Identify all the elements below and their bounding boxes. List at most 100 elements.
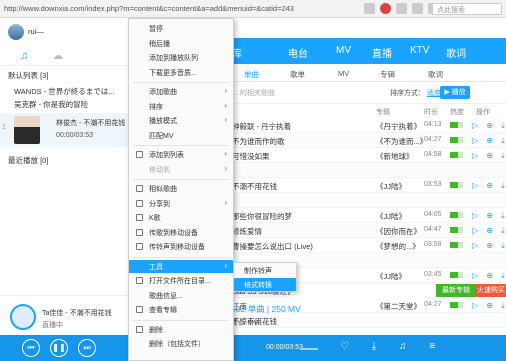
menu-item-label: 歌曲信息... [149, 292, 183, 300]
menu-item[interactable]: 删除（包括文件） [129, 337, 233, 350]
hot-meter [450, 242, 463, 248]
tab-ktv[interactable]: KTV [410, 45, 429, 56]
col-hot: 热度 [450, 109, 464, 116]
now-playing-item[interactable]: 1 林俊杰 - 不潮不用花钱 00:00/03:53 [0, 113, 131, 147]
song-title: 可惜没如果 [232, 152, 270, 161]
new-album-button[interactable]: 最新专辑 [436, 284, 476, 297]
menu-item[interactable]: 分享到 › [129, 197, 233, 210]
menu-separator [133, 256, 229, 258]
tab-mv[interactable]: MV [336, 45, 351, 56]
user-name[interactable]: rui— [28, 27, 44, 36]
shield-icon[interactable] [396, 3, 407, 14]
cloud-icon[interactable]: ☁ [52, 49, 63, 62]
list-item[interactable]: 吴克群 - 你是我的冒险 [0, 98, 131, 111]
play-all-button[interactable]: ▶ 播放 [440, 86, 470, 99]
music-note-icon[interactable]: ♫ [20, 50, 28, 62]
menu-item[interactable]: 删除 [129, 323, 233, 336]
group-recent[interactable]: 最近播放 [0] [0, 151, 131, 170]
subtab-mv[interactable]: MV [338, 69, 349, 78]
player-bar: ⏮ ❚❚ ⏭ 00:00/03:53 ♡ ⤓ ♫ ≡ [0, 335, 506, 361]
extension-icon[interactable] [412, 3, 423, 14]
progress-bar[interactable] [300, 348, 318, 350]
group-default[interactable]: 默认列表 [3] [0, 66, 131, 85]
pause-icon[interactable]: ❚❚ [50, 339, 68, 357]
col-ops: 操作 [476, 109, 490, 116]
menu-item[interactable]: 工具 › [129, 259, 233, 273]
menu-item-label: 工具 [149, 263, 163, 271]
submenu-item[interactable]: 制作铃声 [234, 264, 296, 277]
now-title: 林俊杰 - 不潮不用花钱 [56, 120, 126, 127]
subtab-playlists[interactable]: 歌单 [290, 69, 305, 80]
tab-lyrics[interactable]: 歌词 [446, 45, 466, 60]
back-icon[interactable] [364, 3, 375, 14]
bottom-sub: 直播中 [42, 322, 63, 329]
next-icon[interactable]: ⏭ [78, 339, 96, 357]
menu-item-icon [136, 199, 143, 207]
submenu-item[interactable]: 格式转换 [234, 278, 296, 291]
menu-item[interactable]: 添加歌曲 › [129, 85, 233, 98]
song-duration: 03:53 [424, 181, 442, 188]
menu-item-label: 分享到 [149, 200, 170, 208]
menu-item[interactable]: 查看专辑 [129, 303, 233, 316]
url-text[interactable]: http://www.downxia.com/index.php?m=conte… [4, 4, 294, 13]
tab-live[interactable]: 直播 [372, 45, 392, 60]
song-duration: 04:27 [424, 301, 442, 308]
hot-meter [450, 212, 463, 218]
song-album: 《梦想的...》 [376, 242, 420, 251]
row-actions-icon[interactable]: ▷ ⊕ ⤓ [472, 241, 506, 251]
subtab-songs[interactable]: 单曲 [244, 69, 259, 80]
row-actions-icon[interactable]: ▷ ⊕ ⤓ [472, 211, 506, 221]
browser-search-input[interactable]: 点此搜索 [432, 3, 502, 15]
browser-address-bar: http://www.downxia.com/index.php?m=conte… [0, 0, 506, 18]
menu-item[interactable]: 添加到播放队列 [129, 51, 233, 64]
row-actions-icon[interactable]: ▷ ⊕ ⤓ [472, 181, 506, 191]
submenu-item-label: 制作铃声 [244, 268, 272, 275]
menu-item[interactable]: 打开文件所在目录... [129, 274, 233, 287]
menu-item[interactable]: 暂停 [129, 22, 233, 35]
list-item[interactable]: WANDS - 世界が終るまでは... [0, 85, 131, 98]
chevron-right-icon: › [224, 260, 227, 270]
menu-item[interactable]: 传铃声到移动设备 [129, 240, 233, 253]
menu-item[interactable]: 排序 › [129, 100, 233, 113]
row-actions-icon[interactable]: ▷ ⊕ ⤓ [472, 121, 506, 131]
subtab-lyrics[interactable]: 歌词 [428, 69, 443, 80]
menu-item-icon [136, 325, 143, 333]
menu-separator [133, 82, 229, 83]
sort-relevance[interactable]: 适度 [427, 90, 441, 97]
menu-item: 移动到 › [129, 163, 233, 176]
menu-item[interactable]: K歌 [129, 211, 233, 224]
row-actions-icon[interactable]: ▷ ⊕ ⤓ [472, 226, 506, 236]
song-title: 修炼爱情 [232, 227, 262, 236]
menu-item[interactable]: 播放模式 › [129, 114, 233, 127]
song-duration: 04:05 [424, 211, 442, 218]
song-album: 《JJ陆》 [376, 212, 406, 221]
menu-item-icon [136, 243, 143, 250]
menu-item[interactable]: 歌曲信息... [129, 289, 233, 302]
menu-item[interactable]: 相似歌曲 [129, 182, 233, 195]
player-icons[interactable]: ♡ ⤓ ♫ ≡ [340, 341, 445, 352]
buy-button[interactable]: 火速购买 [476, 284, 506, 297]
row-actions-icon[interactable]: ▷ ⊕ ⤓ [472, 136, 506, 146]
avatar[interactable] [8, 24, 24, 40]
menu-item[interactable]: 添加到列表 › [129, 148, 233, 161]
notification-icon[interactable] [380, 3, 391, 14]
tab-radio[interactable]: 电台 [288, 45, 308, 60]
row-actions-icon[interactable]: ▷ ⊕ ⤓ [472, 301, 506, 311]
disc-icon[interactable] [10, 304, 36, 330]
song-album: 《丹宁执着》 [376, 122, 421, 131]
prev-icon[interactable]: ⏮ [22, 339, 40, 357]
menu-item[interactable]: 稍后播 [129, 37, 233, 50]
chevron-right-icon: › [224, 86, 227, 95]
menu-item[interactable]: 传歌到移动设备 [129, 226, 233, 239]
row-actions-icon[interactable]: ▷ ⊕ ⤓ [472, 151, 506, 161]
menu-item-label: K歌 [149, 215, 161, 222]
menu-item-icon [136, 277, 143, 284]
menu-item[interactable]: 下载更多音质... [129, 66, 233, 79]
song-title: 那些你很冒险的梦 [232, 212, 292, 221]
row-actions-icon[interactable]: ▷ ⊕ ⤓ [472, 271, 506, 281]
song-duration: 04:13 [424, 121, 442, 128]
menu-item[interactable]: 匹配MV [129, 129, 233, 142]
subtab-albums[interactable]: 专辑 [380, 69, 395, 80]
new-album-bar: 最新专辑 火速购买 [290, 284, 506, 299]
menu-separator [133, 179, 229, 180]
